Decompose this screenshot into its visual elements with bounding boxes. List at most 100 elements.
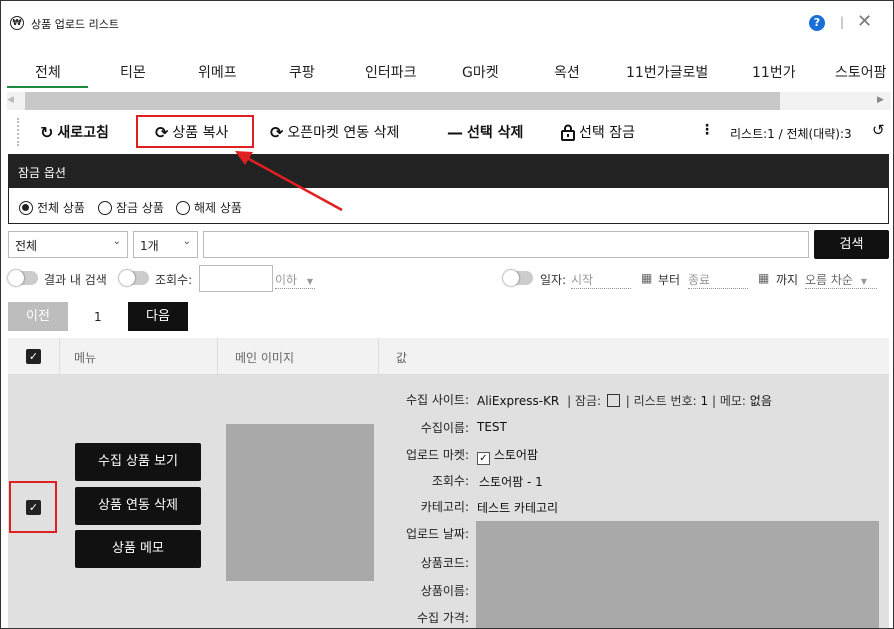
result-search-label: 결과 내 검색 [44,273,107,287]
storefarm-checkbox[interactable]: ✓ [477,452,490,465]
upload-market-label: 업로드 마켓: [405,448,469,462]
chevron-down-icon: ⌄ [182,236,191,247]
category-select-value: 전체 [15,239,38,253]
select-all-checkbox[interactable]: ✓ [26,349,41,364]
minus-icon: — [447,122,463,142]
column-divider [59,338,60,375]
views-input[interactable] [199,265,273,292]
collect-site-value: AliExpress-KR | 잠금: | 리스트 번호: 1 | 메모: 없음 [477,392,772,409]
redacted-values [476,521,879,628]
sync-icon: ⟳ [270,122,284,142]
reload-icon[interactable]: ↺ [872,121,885,139]
tab-coupang[interactable]: 쿠팡 [289,62,315,82]
active-tab-indicator [7,86,88,88]
end-date-field[interactable]: 종료 [688,271,748,289]
selected-delete-label: 선택 삭제 [467,125,524,141]
collect-price-label: 수집 가격: [416,611,469,625]
column-header-image: 메인 이미지 [235,351,295,365]
selected-lock-label: 선택 잠금 [579,125,635,141]
date-toggle[interactable] [503,270,533,286]
collect-site-label: 수집 사이트: [405,393,469,407]
window-title: 상품 업로드 리스트 [31,18,119,31]
refresh-button[interactable]: ↻ 새로고침 [40,122,109,142]
scrollbar-thumb[interactable] [25,92,780,110]
scroll-left-icon[interactable]: ◀ [7,95,14,105]
radio-unlocked-products[interactable]: 해제 상품 [176,199,242,216]
calendar-icon[interactable]: ▦ [641,271,652,285]
tab-auction[interactable]: 옥션 [554,62,580,82]
tab-all[interactable]: 전체 [35,62,61,82]
scroll-right-icon[interactable]: ▶ [877,95,884,105]
openmarket-delete-button[interactable]: ⟳ 오픈마켓 연동 삭제 [270,122,399,142]
lock-options-title: 잠금 옵션 [8,154,889,188]
title-bar: ₩ 상품 업로드 리스트 ? | ✕ [1,1,893,45]
highlight-annotation [136,115,254,148]
tab-wemakeprice[interactable]: 위메프 [198,62,237,82]
current-page: 1 [94,310,102,324]
lock-icon [561,124,575,141]
chevron-down-icon: ⌄ [112,236,121,247]
help-icon[interactable]: ? [809,15,825,31]
radio-button[interactable] [176,200,190,215]
tab-11st-global[interactable]: 11번가글로벌 [626,62,708,82]
selected-delete-button[interactable]: — 선택 삭제 [447,122,523,142]
view-collected-product-button[interactable]: 수집 상품 보기 [75,443,201,481]
until-label: 까지 [776,273,799,287]
highlight-annotation [9,481,57,533]
count-select-value: 1개 [140,239,159,253]
count-select[interactable]: 1개 ⌄ [133,231,198,258]
views-label: 조회수: [155,273,193,287]
search-input[interactable] [203,231,809,258]
selected-lock-button[interactable]: 선택 잠금 [561,122,635,142]
market-tabs: 전체 티몬 위메프 쿠팡 인터파크 G마켓 옥션 11번가글로벌 11번가 스토… [7,56,891,88]
tab-tmon[interactable]: 티몬 [120,62,146,82]
tab-gmarket[interactable]: G마켓 [462,62,499,82]
category-select[interactable]: 전체 ⌄ [8,231,128,258]
memo-label: | 메모: [711,394,746,408]
next-page-button[interactable]: 다음 [128,302,188,331]
column-divider [217,338,218,375]
list-number-label: | 리스트 번호: [625,394,697,408]
list-count: 리스트:1 / 전체(대략):3 [730,127,852,141]
upload-market-text: 스토어팜 [493,448,538,462]
lock-checkbox[interactable] [606,394,620,407]
start-date-field[interactable]: 시작 [571,271,631,289]
column-divider [378,338,379,375]
views-condition-select[interactable]: 이하 ▼ [275,271,315,289]
radio-button[interactable] [19,200,33,215]
close-icon[interactable]: ✕ [857,11,872,32]
app-window: ₩ 상품 업로드 리스트 ? | ✕ 전체 티몬 위메프 쿠팡 인터파크 G마켓… [0,0,894,629]
calendar-icon[interactable]: ▦ [758,271,769,285]
product-memo-button[interactable]: 상품 메모 [75,530,201,568]
more-vertical-icon[interactable]: ⋮ [700,122,714,138]
delete-product-link-button[interactable]: 상품 연동 삭제 [75,487,201,525]
refresh-label: 새로고침 [57,125,109,141]
category-label: 카테고리: [420,500,469,514]
prev-page-button[interactable]: 이전 [8,302,68,331]
tab-interpark[interactable]: 인터파크 [365,62,417,82]
tab-storefarm[interactable]: 스토어팜 [835,62,887,82]
divider: | [840,15,845,29]
dropdown-arrow-icon: ▼ [860,277,867,286]
memo-value: 없음 [749,394,772,408]
radio-label: 전체 상품 [37,201,85,215]
radio-button[interactable] [98,200,112,215]
lock-options-panel: 전체 상품 잠금 상품 해제 상품 [8,188,889,224]
column-header-menu: 메뉴 [74,351,97,365]
collect-name-value: TEST [477,420,507,434]
sort-order-select[interactable]: 오름 차순 ▼ [805,271,877,289]
list-number-value: 1 [700,394,709,408]
views-count-label: 조회수: [431,474,469,488]
main-image-placeholder [226,424,374,581]
tab-11st[interactable]: 11번가 [752,62,796,82]
radio-all-products[interactable]: 전체 상품 [19,199,85,216]
dropdown-arrow-icon: ▼ [306,277,314,286]
search-button[interactable]: 검색 [814,230,889,259]
table-header: ✓ 메뉴 메인 이미지 값 [8,338,889,375]
views-toggle[interactable] [119,270,149,286]
result-search-toggle[interactable] [8,270,38,286]
radio-locked-products[interactable]: 잠금 상품 [98,199,164,216]
collect-site-text: AliExpress-KR [477,394,560,408]
sort-order-value: 오름 차순 [805,273,853,287]
date-label: 일자: [540,273,567,287]
